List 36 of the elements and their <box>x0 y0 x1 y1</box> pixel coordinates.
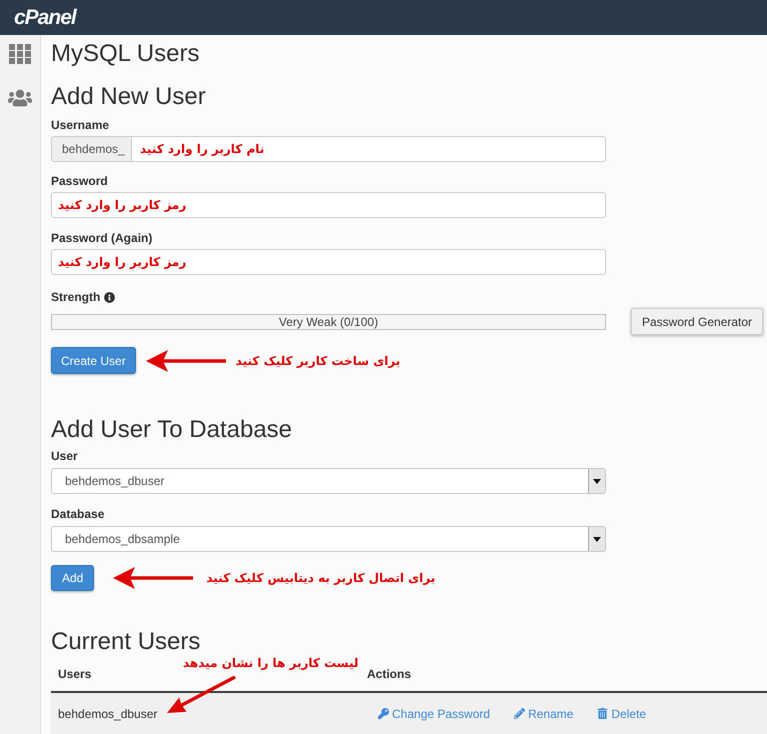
trash-icon <box>597 708 608 719</box>
field-label: Password <box>51 173 108 189</box>
grid-icon[interactable] <box>9 44 31 64</box>
section-title: Current Users <box>51 628 200 656</box>
logo[interactable]: cPanel <box>14 7 76 28</box>
username-field[interactable]: نام کاربر را وارد کنید <box>132 136 606 162</box>
field-label: Database <box>51 506 104 522</box>
annotation-note: لیست کاربر ها را نشان میدهد <box>183 656 358 670</box>
username-prefix: behdemos_ <box>51 136 132 162</box>
password-field[interactable]: رمز کاربر را وارد کنید <box>51 192 606 218</box>
info-icon[interactable] <box>104 292 116 302</box>
user-select[interactable]: behdemos_dbuser <box>51 468 606 494</box>
pointer-arrow <box>166 675 237 715</box>
section-title: Add New User <box>51 82 206 112</box>
annotation-note: برای ساخت کاربر کلیک کنید <box>236 352 400 370</box>
action-link[interactable]: Rename <box>514 704 574 722</box>
annotation-note: برای اتصال کاربر به دیتابیس کلیک کنید <box>206 570 436 587</box>
action-link[interactable]: Change Password <box>378 704 490 722</box>
field-label: Strength <box>51 289 100 305</box>
strength-reading: Very Weak (0/100) <box>278 316 378 328</box>
column-header: Users <box>58 667 92 681</box>
column-header: Actions <box>367 667 412 681</box>
table-cell: behdemos_dbuser <box>58 706 158 720</box>
pencil-icon <box>514 708 526 719</box>
create-user-button[interactable]: Create User <box>51 347 136 374</box>
key-icon <box>378 708 389 719</box>
field-label: User <box>51 448 78 464</box>
section-title: Add User To Database <box>51 415 292 445</box>
action-link[interactable]: Delete <box>597 704 646 722</box>
add-button[interactable]: Add <box>51 565 94 591</box>
field-label: Password (Again) <box>51 230 152 246</box>
field-label: Username <box>51 117 110 133</box>
password-generator-button[interactable]: Password Generator <box>631 308 764 335</box>
page-title: MySQL Users <box>51 39 200 69</box>
database-select[interactable]: behdemos_dbsample <box>51 526 606 552</box>
password-field[interactable]: رمز کاربر را وارد کنید <box>51 249 606 275</box>
